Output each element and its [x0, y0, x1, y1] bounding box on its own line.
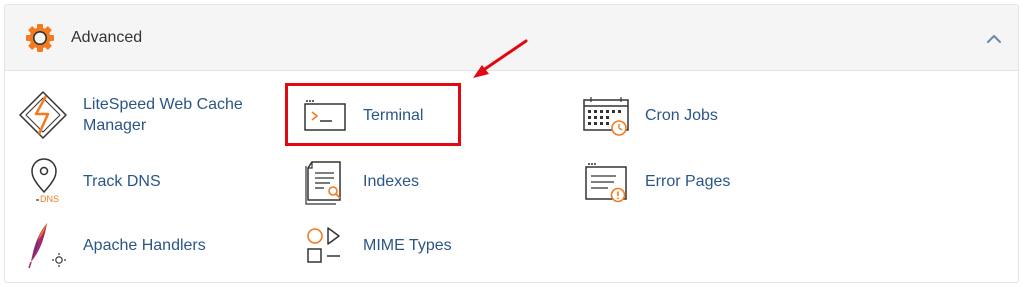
error-pages-icon [585, 163, 627, 203]
litespeed-icon [19, 91, 67, 139]
apache-feather-icon [28, 223, 66, 269]
red-arrow-icon [473, 39, 528, 78]
svg-text:DNS: DNS [40, 194, 59, 204]
error-pages-link[interactable]: Error Pages [580, 156, 730, 206]
terminal-link[interactable]: Terminal [298, 90, 423, 140]
item-label: Error Pages [645, 172, 731, 190]
apache-handlers-link[interactable]: Apache Handlers [18, 220, 206, 270]
item-label: MIME Types [363, 236, 452, 254]
item-label: Cron Jobs [645, 106, 718, 124]
indexes-icon [305, 161, 341, 205]
section-title: Advanced [71, 29, 143, 46]
item-label: Track DNS [83, 172, 161, 190]
chevron-up-icon[interactable] [984, 29, 1004, 49]
terminal-icon [304, 100, 346, 131]
item-label: Apache Handlers [83, 236, 206, 254]
item-label: Indexes [363, 172, 420, 190]
gear-icon [26, 24, 54, 52]
indexes-link[interactable]: Indexes [298, 156, 419, 206]
track-dns-icon: DNS [31, 158, 59, 204]
mime-types-icon [307, 227, 340, 263]
track-dns-link[interactable]: DNS Track DNS [18, 156, 161, 206]
item-label: Terminal [363, 106, 424, 124]
item-label: LiteSpeed Web Cache Manager [83, 96, 243, 134]
mime-types-link[interactable]: MIME Types [298, 220, 452, 270]
litespeed-web-cache-manager-link[interactable]: LiteSpeed Web Cache Manager [18, 90, 243, 140]
cron-jobs-link[interactable]: Cron Jobs [580, 90, 718, 140]
cron-jobs-icon [583, 97, 629, 136]
